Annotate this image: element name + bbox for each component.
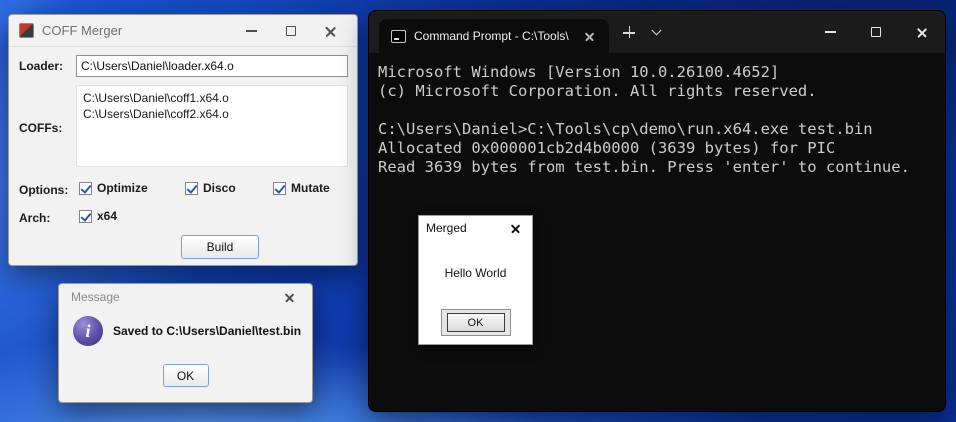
coff-merger-content: Loader: COFFs: C:\Users\Daniel\coff1.x64… bbox=[9, 47, 357, 265]
message-dialog-titlebar[interactable]: Message bbox=[59, 284, 312, 310]
close-icon bbox=[285, 292, 295, 302]
coff-merger-window: COFF Merger Loader: COFFs: C:\Users\Dani… bbox=[8, 14, 358, 266]
merged-dialog: Merged Hello World OK bbox=[418, 215, 533, 345]
terminal-line: (c) Microsoft Corporation. All rights re… bbox=[378, 82, 945, 101]
merged-message-text: Hello World bbox=[419, 266, 532, 280]
terminal-line: Allocated 0x000001cb2d4b0000 (3639 bytes… bbox=[378, 139, 945, 158]
loader-label: Loader: bbox=[19, 59, 63, 73]
desktop: COFF Merger Loader: COFFs: C:\Users\Dani… bbox=[0, 0, 956, 422]
terminal-maximize-button[interactable] bbox=[853, 11, 899, 53]
message-close-button[interactable] bbox=[276, 284, 304, 310]
message-dialog-title: Message bbox=[71, 290, 276, 304]
chevron-down-icon[interactable] bbox=[651, 25, 661, 35]
maximize-icon bbox=[286, 26, 296, 36]
message-dialog: Message i Saved to C:\Users\Daniel\test.… bbox=[58, 283, 313, 403]
options-label: Options: bbox=[19, 183, 68, 197]
minimize-icon bbox=[246, 30, 257, 32]
close-icon bbox=[585, 31, 595, 41]
merged-dialog-title: Merged bbox=[426, 221, 506, 235]
checkbox-x64[interactable]: x64 bbox=[79, 209, 117, 223]
new-tab-button[interactable] bbox=[623, 26, 635, 38]
terminal-tab-title: Command Prompt - C:\Tools\ bbox=[414, 29, 569, 43]
terminal-close-button[interactable] bbox=[899, 11, 945, 53]
maximize-button[interactable] bbox=[271, 15, 311, 46]
terminal-line: Read 3639 bytes from test.bin. Press 'en… bbox=[378, 158, 945, 177]
message-ok-button[interactable]: OK bbox=[163, 364, 209, 387]
coffs-list-item[interactable]: C:\Users\Daniel\coff2.x64.o bbox=[83, 106, 341, 122]
message-text: Saved to C:\Users\Daniel\test.bin bbox=[113, 324, 301, 338]
coff-merger-window-title: COFF Merger bbox=[42, 23, 231, 38]
terminal-tab[interactable]: Command Prompt - C:\Tools\ bbox=[379, 19, 609, 53]
close-icon bbox=[917, 27, 928, 38]
info-icon: i bbox=[73, 316, 103, 346]
terminal-minimize-button[interactable] bbox=[807, 11, 853, 53]
maximize-icon bbox=[871, 27, 881, 37]
checkbox-optimize[interactable]: Optimize bbox=[79, 181, 148, 195]
checkbox-optimize-label: Optimize bbox=[97, 181, 148, 195]
terminal-line: Microsoft Windows [Version 10.0.26100.46… bbox=[378, 63, 945, 82]
tab-close-button[interactable] bbox=[581, 27, 599, 45]
terminal-output[interactable]: Microsoft Windows [Version 10.0.26100.46… bbox=[369, 53, 945, 177]
terminal-window: Command Prompt - C:\Tools\ Microsoft Win… bbox=[368, 10, 946, 412]
checkbox-mutate-box[interactable] bbox=[273, 182, 286, 195]
coff-merger-app-icon bbox=[19, 23, 34, 38]
merged-ok-button[interactable]: OK bbox=[447, 313, 505, 332]
coffs-label: COFFs: bbox=[19, 121, 62, 135]
checkbox-mutate[interactable]: Mutate bbox=[273, 181, 330, 195]
checkbox-disco[interactable]: Disco bbox=[185, 181, 236, 195]
close-button[interactable] bbox=[311, 15, 351, 46]
coffs-list-item[interactable]: C:\Users\Daniel\coff1.x64.o bbox=[83, 90, 341, 106]
checkbox-disco-box[interactable] bbox=[185, 182, 198, 195]
build-button[interactable]: Build bbox=[181, 235, 259, 259]
minimize-icon bbox=[825, 31, 836, 33]
loader-input[interactable] bbox=[76, 55, 348, 77]
coff-merger-titlebar[interactable]: COFF Merger bbox=[9, 15, 357, 47]
checkbox-disco-label: Disco bbox=[203, 181, 236, 195]
checkbox-mutate-label: Mutate bbox=[291, 181, 330, 195]
terminal-line bbox=[378, 101, 945, 120]
merged-dialog-titlebar[interactable]: Merged bbox=[419, 216, 532, 240]
close-icon bbox=[511, 223, 521, 233]
coffs-list[interactable]: C:\Users\Daniel\coff1.x64.o C:\Users\Dan… bbox=[76, 85, 348, 167]
terminal-line: C:\Users\Daniel>C:\Tools\cp\demo\run.x64… bbox=[378, 120, 945, 139]
checkbox-x64-label: x64 bbox=[97, 209, 117, 223]
terminal-window-controls bbox=[807, 11, 945, 53]
cmd-icon bbox=[391, 30, 406, 43]
minimize-button[interactable] bbox=[231, 15, 271, 46]
merged-close-button[interactable] bbox=[506, 218, 526, 238]
checkbox-x64-box[interactable] bbox=[79, 210, 92, 223]
checkbox-optimize-box[interactable] bbox=[79, 182, 92, 195]
merged-ok-well: OK bbox=[441, 309, 511, 336]
terminal-tab-bar[interactable]: Command Prompt - C:\Tools\ bbox=[369, 11, 945, 53]
close-icon bbox=[325, 25, 337, 37]
arch-label: Arch: bbox=[19, 211, 50, 225]
